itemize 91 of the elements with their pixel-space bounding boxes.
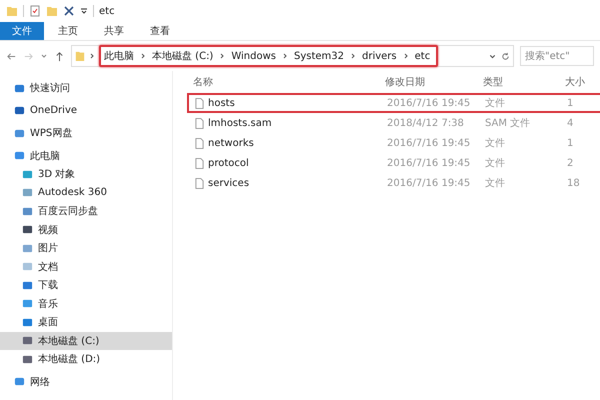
sidebar-item[interactable]: 桌面 xyxy=(0,313,172,332)
column-header[interactable]: 修改日期 xyxy=(385,75,483,89)
item-icon xyxy=(22,354,33,365)
file-name: lmhosts.sam xyxy=(208,118,272,128)
table-cell-text: 文件 xyxy=(485,156,506,170)
sidebar-item[interactable]: Autodesk 360 xyxy=(0,184,172,202)
table-cell-text: 2016/7/16 19:45 xyxy=(387,138,472,148)
column-header[interactable]: 大小 xyxy=(565,75,585,89)
chevron-icon[interactable] xyxy=(140,52,146,60)
chevron-icon[interactable] xyxy=(282,52,288,60)
file-name: networks xyxy=(208,138,254,148)
window-title: etc xyxy=(99,6,115,16)
item-icon xyxy=(22,224,33,236)
folder-icon xyxy=(75,49,85,63)
table-cell-text: 2016/7/16 19:45 xyxy=(387,178,472,188)
sidebar-item[interactable]: 音乐 xyxy=(0,294,172,313)
item-icon xyxy=(22,206,33,217)
table-cell: 4 xyxy=(567,118,574,128)
breadcrumb[interactable]: etc xyxy=(414,50,430,62)
file-name: hosts xyxy=(208,98,235,108)
properties-icon[interactable] xyxy=(29,5,41,17)
file-row[interactable]: services 2016/7/16 19:45 文件 18 xyxy=(187,173,600,193)
file-row[interactable]: protocol 2016/7/16 19:45 文件 2 xyxy=(187,153,600,173)
back-icon[interactable] xyxy=(6,50,17,62)
sidebar-item[interactable]: 快速访问 xyxy=(0,79,172,98)
item-icon xyxy=(22,280,33,291)
file-icon xyxy=(195,158,204,168)
table-cell: 2 xyxy=(567,158,574,168)
ribbon-tab[interactable]: 主页 xyxy=(46,22,90,40)
breadcrumb[interactable]: System32 xyxy=(294,50,344,62)
item-icon xyxy=(22,298,33,310)
sidebar-item[interactable]: 视频 xyxy=(0,220,172,239)
chevron-icon[interactable] xyxy=(350,52,356,60)
file-icon xyxy=(195,138,204,148)
search-field[interactable]: 搜索"etc" xyxy=(520,46,594,66)
item-icon xyxy=(22,168,33,180)
chevron-icon[interactable] xyxy=(219,52,226,60)
table-cell: 1 xyxy=(567,98,574,108)
sidebar-item[interactable]: 此电脑 xyxy=(0,146,172,165)
item-icon xyxy=(14,128,25,139)
table-cell: 1 xyxy=(567,138,574,148)
table-cell-text: SAM 文件 xyxy=(485,116,532,130)
breadcrumb[interactable]: 本地磁盘 (C:) xyxy=(152,49,214,63)
table-cell-text: 文件 xyxy=(485,136,506,150)
sidebar-item[interactable]: WPS网盘 xyxy=(0,124,172,142)
up-icon[interactable] xyxy=(54,50,65,62)
breadcrumb[interactable]: Windows xyxy=(231,50,276,62)
item-icon xyxy=(22,316,33,328)
chevron-icon[interactable] xyxy=(89,52,95,60)
file-row[interactable]: lmhosts.sam 2018/4/12 7:38 SAM 文件 4 xyxy=(187,113,600,133)
file-icon xyxy=(195,98,204,108)
breadcrumb[interactable]: 此电脑 xyxy=(104,49,134,63)
refresh-icon[interactable] xyxy=(501,52,510,60)
item-icon xyxy=(14,150,25,162)
table-cell-text: 2018/4/12 7:38 xyxy=(387,118,465,128)
sidebar-item[interactable]: 百度云同步盘 xyxy=(0,202,172,220)
file-icon xyxy=(195,178,204,188)
breadcrumb[interactable]: drivers xyxy=(362,50,397,62)
table-cell-text: 文件 xyxy=(485,96,506,110)
file-name: services xyxy=(208,178,250,188)
column-header[interactable]: 名称 xyxy=(187,75,385,89)
item-icon xyxy=(22,335,33,346)
file-icon xyxy=(195,118,204,128)
item-icon xyxy=(22,261,33,272)
sidebar-item[interactable]: 本地磁盘 (C:) xyxy=(0,332,172,350)
item-icon xyxy=(14,105,25,116)
table-cell-text: 文件 xyxy=(485,176,506,190)
file-name: protocol xyxy=(208,158,249,168)
caret-icon[interactable] xyxy=(80,7,88,15)
sidebar-item[interactable]: 本地磁盘 (D:) xyxy=(0,350,172,368)
sidebar-item[interactable]: 文档 xyxy=(0,258,172,276)
table-cell: 18 xyxy=(567,178,580,188)
ribbon-tab[interactable]: 查看 xyxy=(138,22,182,40)
item-icon xyxy=(14,376,25,388)
sidebar-item[interactable]: 图片 xyxy=(0,239,172,258)
sidebar-item[interactable]: 下载 xyxy=(0,276,172,294)
table-cell-text: 2016/7/16 19:45 xyxy=(387,158,472,168)
delete-icon[interactable] xyxy=(63,5,75,17)
item-icon xyxy=(22,242,33,254)
file-row[interactable]: hosts 2016/7/16 19:45 文件 1 xyxy=(187,93,600,113)
item-icon xyxy=(14,82,25,94)
table-cell-text: 2016/7/16 19:45 xyxy=(387,98,472,108)
item-icon xyxy=(22,187,33,198)
ribbon-tab[interactable]: 文件 xyxy=(0,22,44,40)
chevron-icon[interactable] xyxy=(402,52,409,60)
sidebar-item[interactable]: OneDrive xyxy=(0,102,172,120)
sidebar-item[interactable]: 3D 对象 xyxy=(0,165,172,184)
column-header[interactable]: 类型 xyxy=(483,75,565,89)
file-row[interactable]: networks 2016/7/16 19:45 文件 1 xyxy=(187,133,600,153)
ribbon-tab[interactable]: 共享 xyxy=(92,22,136,40)
sidebar-item[interactable]: 网络 xyxy=(0,372,172,391)
